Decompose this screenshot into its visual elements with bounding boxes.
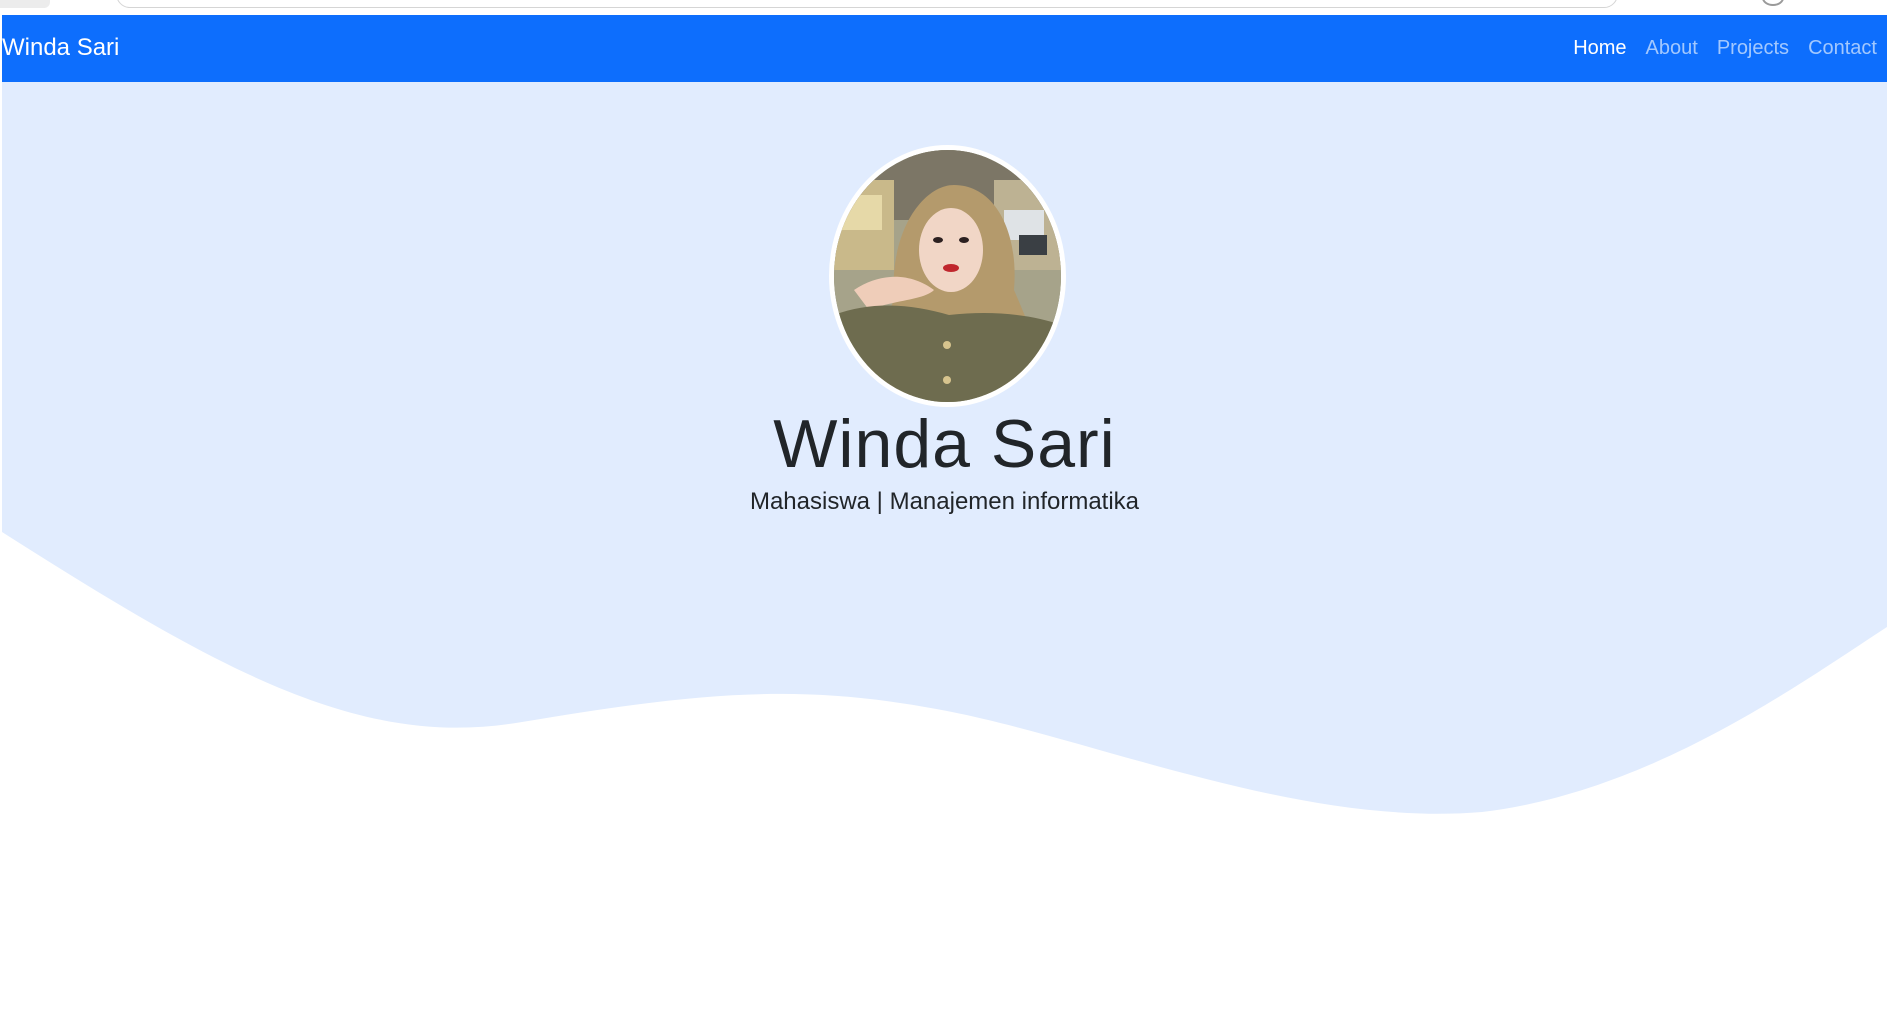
hero-title: Winda Sari [773, 406, 1116, 482]
navbar-brand[interactable]: Winda Sari [2, 33, 119, 63]
nav-link-contact[interactable]: Contact [1808, 35, 1877, 61]
navbar: Winda Sari Home About Projects Contact [2, 15, 1887, 82]
page-viewport: Winda Sari Home About Projects Contact W… [2, 15, 1887, 1021]
nav-links: Home About Projects Contact [1573, 35, 1877, 61]
profile-photo [829, 145, 1066, 407]
nav-link-about[interactable]: About [1646, 35, 1698, 61]
nav-link-projects[interactable]: Projects [1717, 35, 1789, 61]
hero-section: Winda Sari Mahasiswa | Manajemen informa… [2, 82, 1887, 1021]
browser-tab[interactable] [0, 0, 50, 8]
profile-icon[interactable] [1762, 0, 1784, 6]
nav-link-home[interactable]: Home [1573, 35, 1626, 61]
address-bar[interactable] [116, 0, 1618, 8]
hero-subtitle: Mahasiswa | Manajemen informatika [749, 488, 1140, 515]
browser-chrome [0, 0, 1889, 15]
